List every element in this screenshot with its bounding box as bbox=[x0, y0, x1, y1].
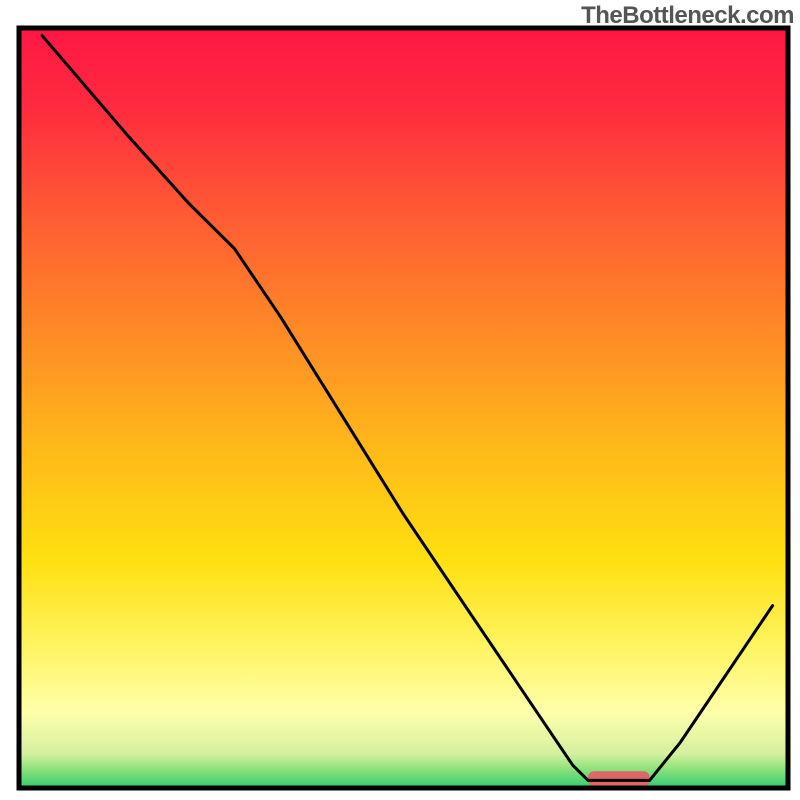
watermark-text: TheBottleneck.com bbox=[581, 2, 794, 30]
chart-svg bbox=[0, 0, 800, 800]
optimal-zone-marker bbox=[588, 771, 650, 786]
chart-container: { "watermark": "TheBottleneck.com", "cha… bbox=[0, 0, 800, 800]
